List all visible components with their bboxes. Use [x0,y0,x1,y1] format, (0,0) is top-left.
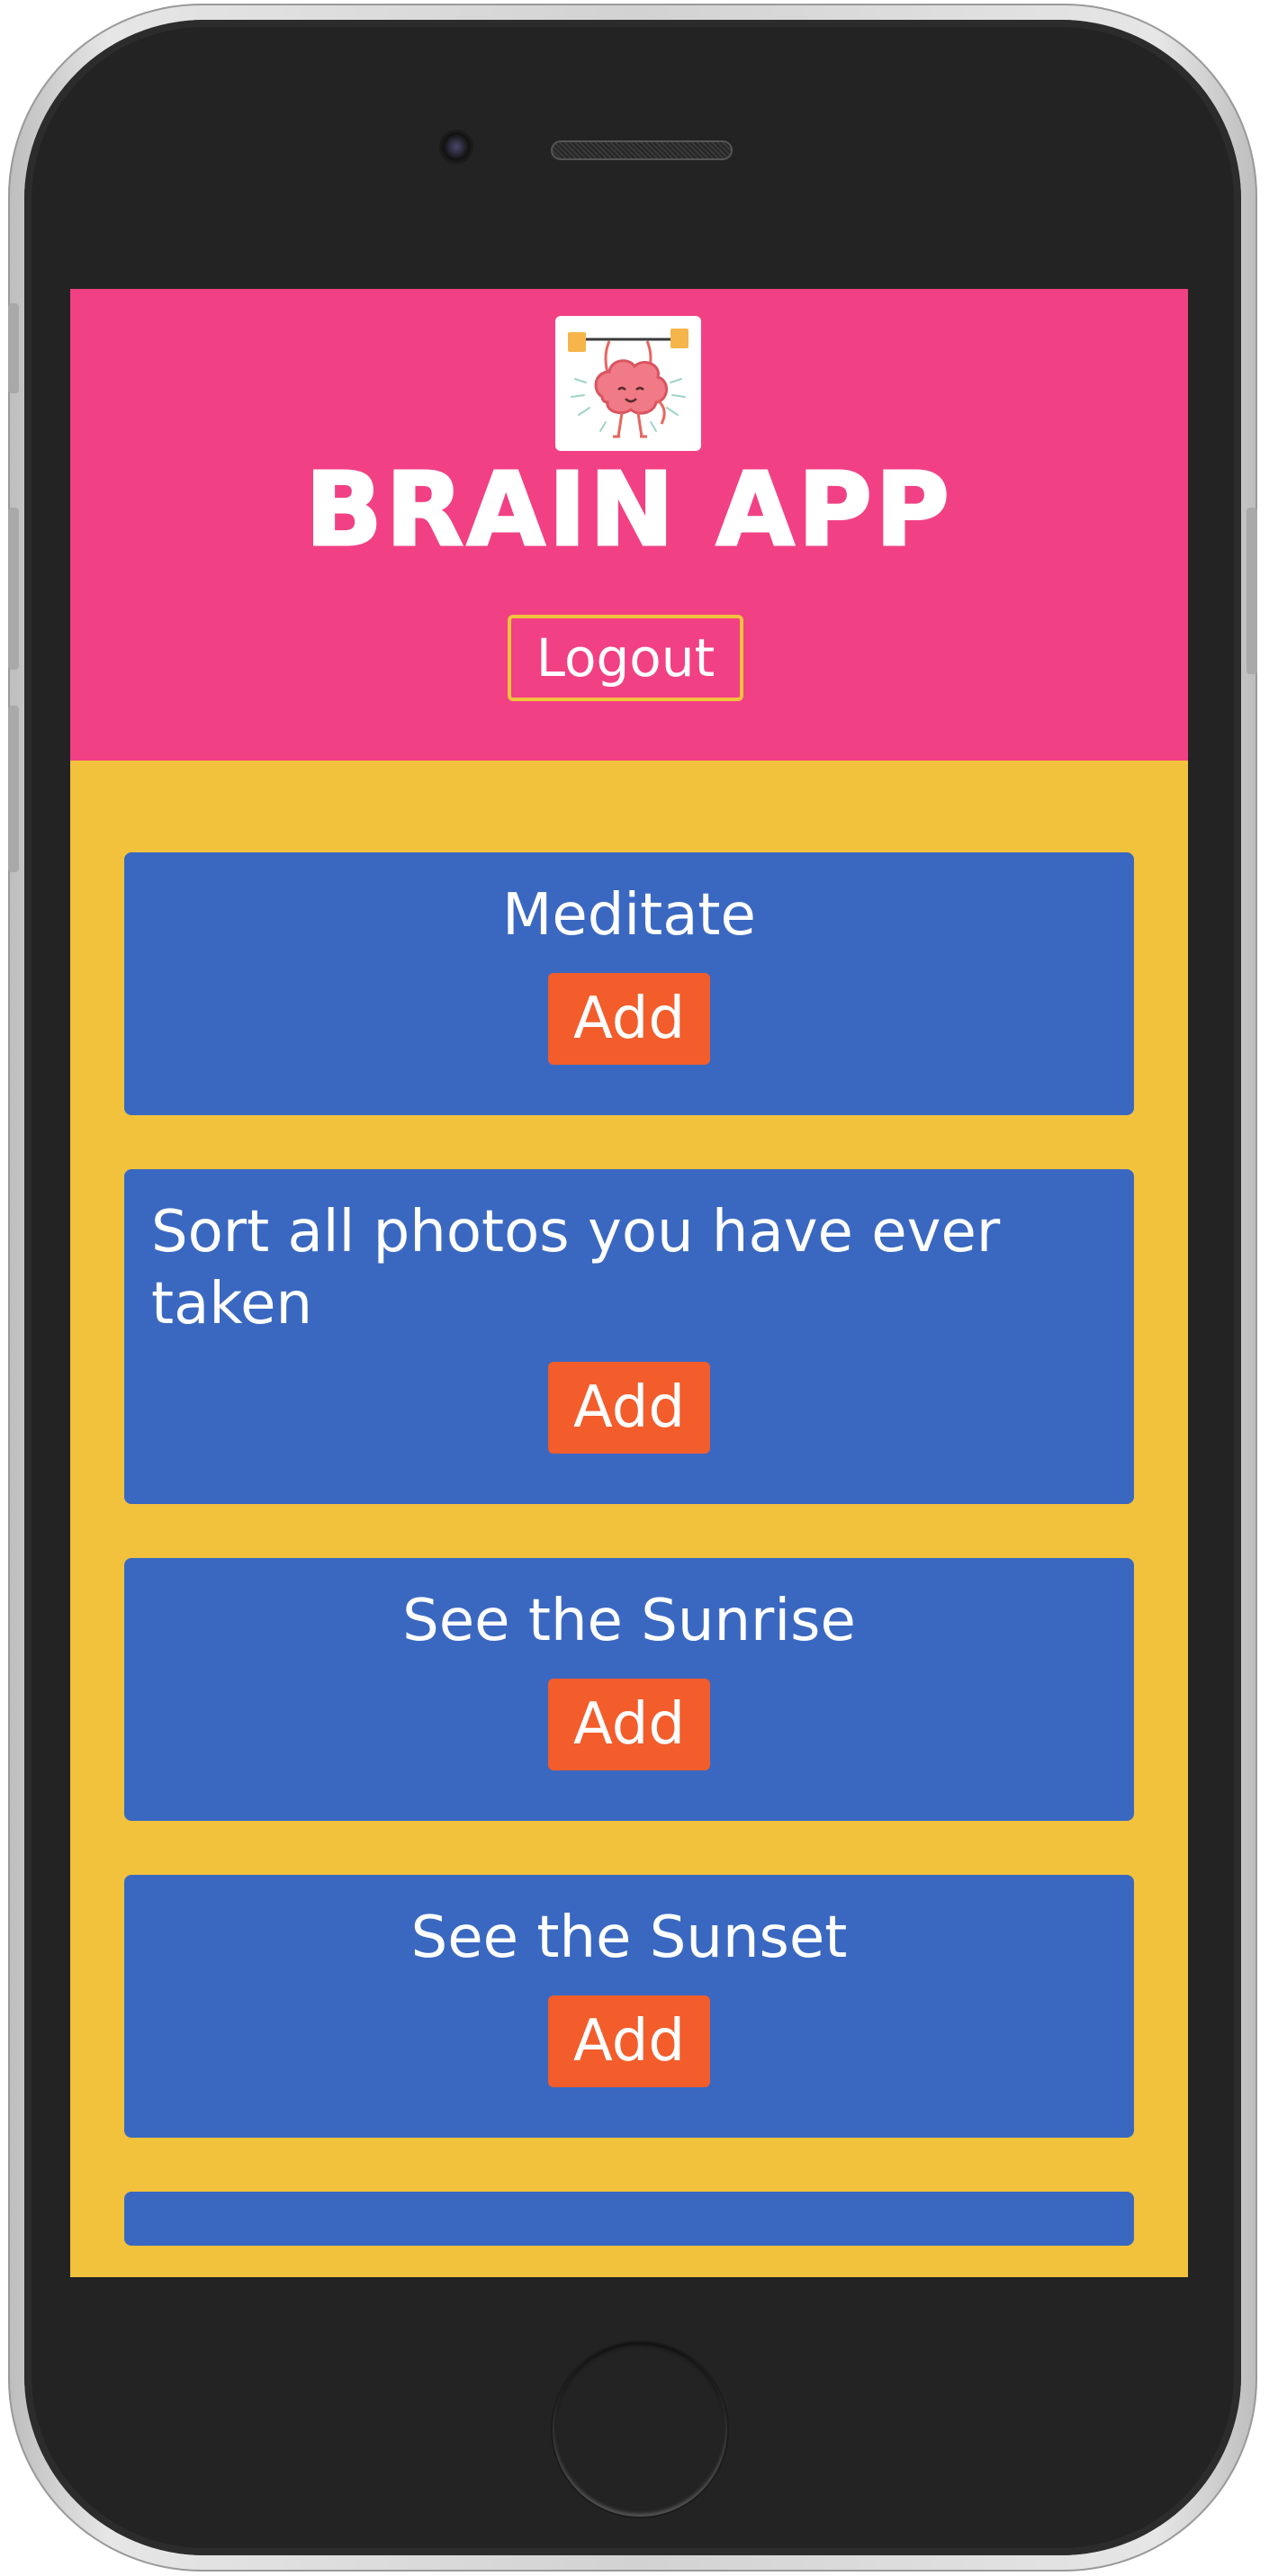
add-button[interactable]: Add [548,973,710,1065]
task-card: Sort all photos you have ever taken Add [124,1169,1134,1504]
add-button[interactable]: Add [548,1995,710,2087]
brain-logo-icon [555,316,701,451]
app-header: BRAIN APP Logout [70,289,1188,761]
home-button[interactable] [553,2342,727,2517]
app-screen: BRAIN APP Logout Meditate Add Sort all p… [70,289,1188,2277]
task-title: Meditate [502,882,756,949]
logout-button[interactable]: Logout [508,615,743,701]
task-title: See the Sunrise [402,1588,856,1654]
front-camera [442,132,471,161]
power-button [1246,508,1257,674]
earpiece-speaker [551,140,733,160]
task-card: See the Sunrise Add [124,1558,1134,1821]
task-card-partial [124,2192,1134,2246]
volume-down-button [8,706,19,872]
task-list: Meditate Add Sort all photos you have ev… [70,761,1188,2246]
add-button[interactable]: Add [548,1679,710,1770]
app-title: BRAIN APP [304,452,953,569]
mute-switch [8,303,19,393]
volume-up-button [8,508,19,670]
task-title: See the Sunset [410,1905,848,1971]
task-card: See the Sunset Add [124,1875,1134,2138]
task-title: Sort all photos you have ever taken [151,1199,1001,1338]
add-button[interactable]: Add [548,1362,710,1454]
task-card: Meditate Add [124,852,1134,1115]
